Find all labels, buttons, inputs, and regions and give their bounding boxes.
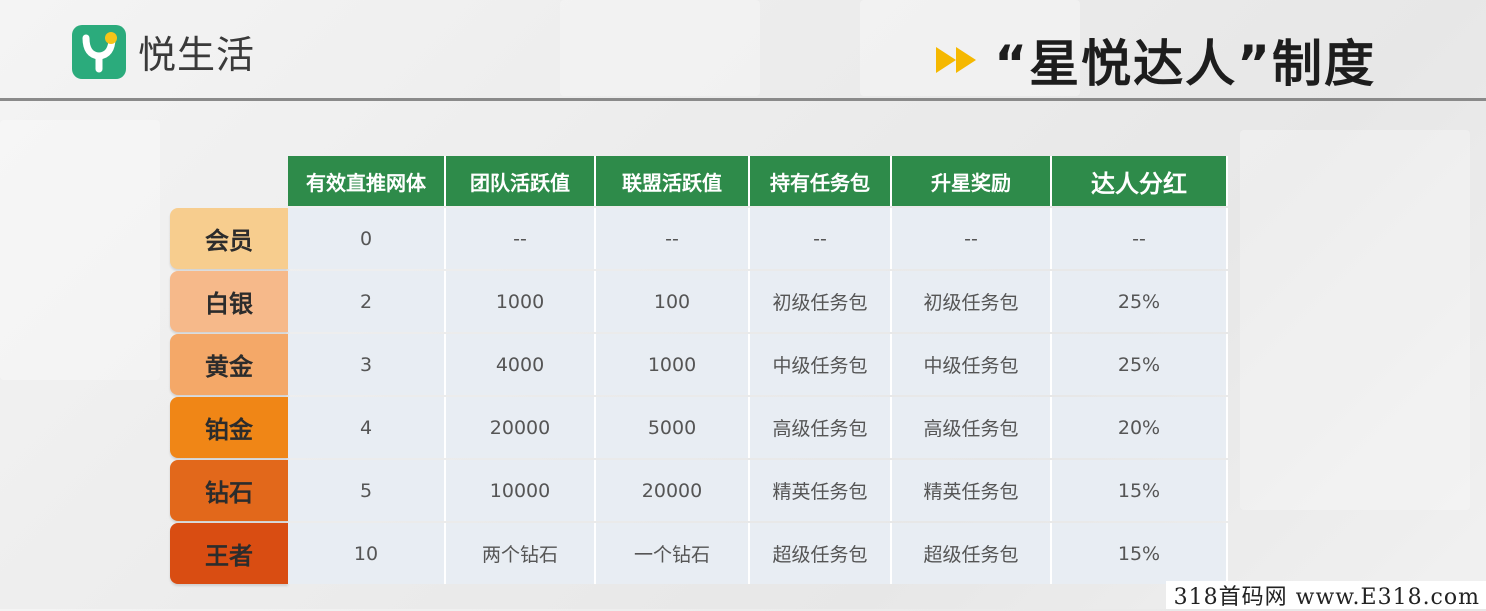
table-cell: 25% bbox=[1052, 271, 1228, 332]
table-cell: 100 bbox=[596, 271, 750, 332]
table-cell: 超级任务包 bbox=[750, 523, 892, 584]
table-cell: 5000 bbox=[596, 397, 750, 458]
background-block bbox=[1240, 130, 1470, 510]
table-cell: 25% bbox=[1052, 334, 1228, 395]
table-row: 黄金 3 4000 1000 中级任务包 中级任务包 25% bbox=[170, 334, 1228, 395]
table-cell: -- bbox=[446, 208, 596, 269]
level-label: 白银 bbox=[170, 271, 288, 332]
background-block bbox=[0, 120, 160, 380]
table-cell: 初级任务包 bbox=[750, 271, 892, 332]
table-cell: 15% bbox=[1052, 523, 1228, 584]
column-header: 有效直推网体 bbox=[288, 156, 446, 206]
table-cell: 中级任务包 bbox=[892, 334, 1052, 395]
table-row: 会员 0 -- -- -- -- -- bbox=[170, 208, 1228, 269]
table-row: 铂金 4 20000 5000 高级任务包 高级任务包 20% bbox=[170, 397, 1228, 458]
table-cell: 精英任务包 bbox=[892, 460, 1052, 521]
table-cell: -- bbox=[892, 208, 1052, 269]
table-cell: 1000 bbox=[446, 271, 596, 332]
table-cell: 10000 bbox=[446, 460, 596, 521]
column-header: 升星奖励 bbox=[892, 156, 1052, 206]
table-cell: 初级任务包 bbox=[892, 271, 1052, 332]
table-cell: 3 bbox=[288, 334, 446, 395]
table-cell: 10 bbox=[288, 523, 446, 584]
table-cell: 15% bbox=[1052, 460, 1228, 521]
page-title: “星悦达人”制度 bbox=[994, 35, 1376, 93]
column-header: 持有任务包 bbox=[750, 156, 892, 206]
table-cell: 1000 bbox=[596, 334, 750, 395]
table-cell: -- bbox=[750, 208, 892, 269]
table-cell: 20% bbox=[1052, 397, 1228, 458]
brand-logo[interactable]: 悦生活 bbox=[72, 24, 255, 79]
table-row: 王者 10 两个钻石 一个钻石 超级任务包 超级任务包 15% bbox=[170, 523, 1228, 584]
page-title-area: “星悦达人”制度 bbox=[936, 24, 1376, 96]
double-arrow-icon bbox=[936, 47, 977, 73]
table-cell: 高级任务包 bbox=[892, 397, 1052, 458]
table-cell: 5 bbox=[288, 460, 446, 521]
table-cell: 一个钻石 bbox=[596, 523, 750, 584]
table-cell: 4 bbox=[288, 397, 446, 458]
table-cell: 高级任务包 bbox=[750, 397, 892, 458]
table-cell: 20000 bbox=[596, 460, 750, 521]
table-cell: 4000 bbox=[446, 334, 596, 395]
table-cell: 中级任务包 bbox=[750, 334, 892, 395]
table-header: 有效直推网体 团队活跃值 联盟活跃值 持有任务包 升星奖励 达人分红 bbox=[288, 156, 1228, 206]
table-cell: 20000 bbox=[446, 397, 596, 458]
background-block bbox=[560, 0, 760, 96]
table-cell: 2 bbox=[288, 271, 446, 332]
table-cell: -- bbox=[596, 208, 750, 269]
level-table: 会员 0 -- -- -- -- -- 白银 2 1000 100 初级任务包 … bbox=[170, 208, 1228, 586]
column-header: 联盟活跃值 bbox=[596, 156, 750, 206]
level-label: 钻石 bbox=[170, 460, 288, 521]
table-cell: 精英任务包 bbox=[750, 460, 892, 521]
table-cell: 0 bbox=[288, 208, 446, 269]
level-label: 王者 bbox=[170, 523, 288, 584]
site-watermark: 318首码网 www.E318.com bbox=[1165, 581, 1486, 610]
table-cell: 超级任务包 bbox=[892, 523, 1052, 584]
level-label: 黄金 bbox=[170, 334, 288, 395]
level-label: 会员 bbox=[170, 208, 288, 269]
yuesh-logo-icon bbox=[72, 24, 126, 79]
level-label: 铂金 bbox=[170, 397, 288, 458]
header-divider bbox=[0, 98, 1486, 101]
table-row: 钻石 5 10000 20000 精英任务包 精英任务包 15% bbox=[170, 460, 1228, 521]
column-header: 达人分红 bbox=[1052, 156, 1228, 206]
table-cell: -- bbox=[1052, 208, 1228, 269]
brand-name: 悦生活 bbox=[138, 33, 256, 77]
column-header: 团队活跃值 bbox=[446, 156, 596, 206]
table-row: 白银 2 1000 100 初级任务包 初级任务包 25% bbox=[170, 271, 1228, 332]
table-cell: 两个钻石 bbox=[446, 523, 596, 584]
